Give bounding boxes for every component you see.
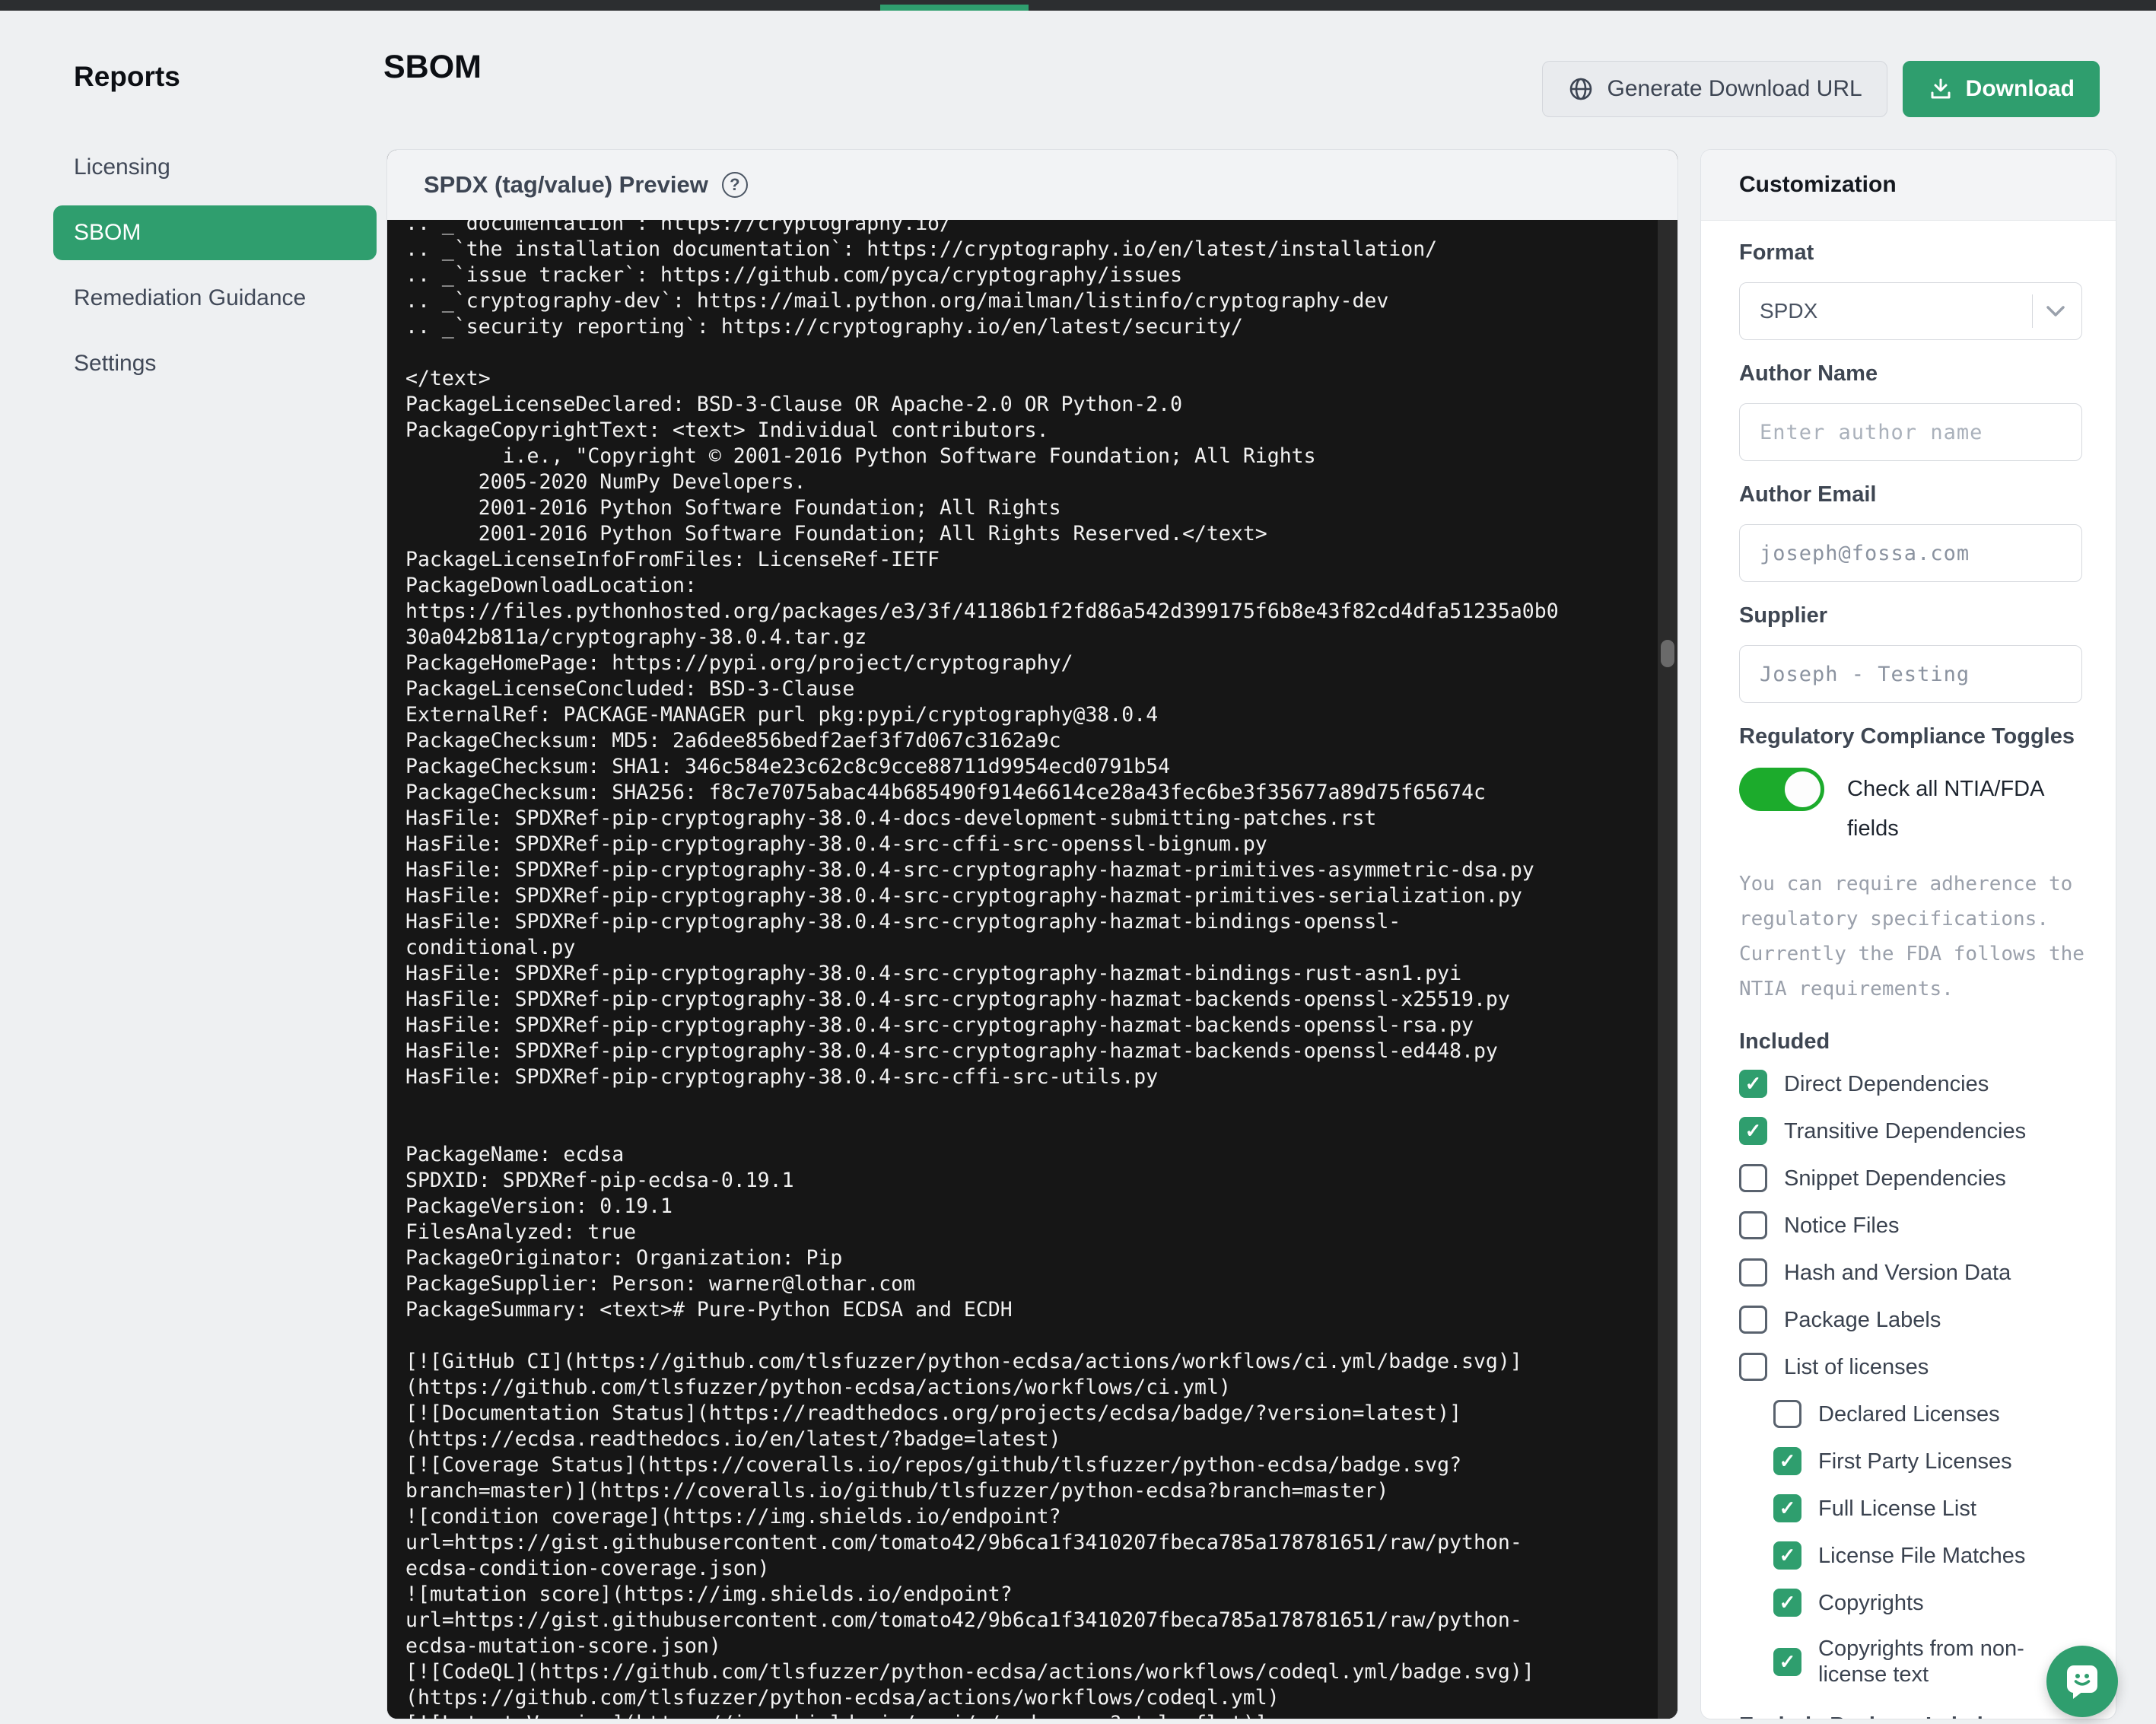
sidebar-item-settings[interactable]: Settings (53, 336, 377, 391)
author-name-placeholder: Enter author name (1760, 421, 1983, 444)
author-email-value: joseph@fossa.com (1760, 542, 1970, 565)
format-select-controls (2032, 283, 2082, 339)
customization-header: Customization (1701, 150, 2116, 221)
download-button[interactable]: Download (1903, 61, 2100, 117)
spdx-preview-title: SPDX (tag/value) Preview (424, 171, 708, 199)
regulatory-description: You can require adherence to regulatory … (1739, 867, 2110, 1007)
sidebar-nav: Licensing SBOM Remediation Guidance Setting… (53, 140, 377, 391)
sidebar-item-remediation-guidance[interactable]: Remediation Guidance (53, 271, 377, 326)
chat-smiley-icon (2062, 1661, 2103, 1702)
sidebar-item-licensing[interactable]: Licensing (53, 140, 377, 195)
reports-sidebar: Reports Licensing SBOM Remediation Guidanc… (53, 61, 377, 402)
checkbox-label-snippet-dependencies: Snippet Dependencies (1784, 1166, 2006, 1191)
checkbox-label-full-license-list: Full License List (1818, 1496, 1976, 1522)
included-row-full-license-list: ✓ Full License List (1773, 1494, 2082, 1522)
header-actions: Generate Download URL Download (1542, 61, 2100, 117)
sidebar-title: Reports (74, 61, 377, 93)
checkbox-checked-full-license-list[interactable]: ✓ (1773, 1494, 1801, 1522)
included-row-direct-dependencies: ✓ Direct Dependencies (1739, 1070, 2082, 1098)
spdx-preview-header: SPDX (tag/value) Preview ? (387, 150, 1677, 221)
included-label: Included (1739, 1029, 2082, 1054)
checkbox-unchecked-list-of-licenses[interactable] (1739, 1353, 1767, 1381)
checkbox-label-copyrights: Copyrights (1818, 1590, 1924, 1616)
checkbox-checked-direct-dependencies[interactable]: ✓ (1739, 1070, 1767, 1098)
author-email-label: Author Email (1739, 482, 2082, 507)
checkbox-label-license-file-matches: License File Matches (1818, 1543, 2025, 1569)
checkbox-label-hash-and-version-data: Hash and Version Data (1784, 1260, 2011, 1286)
author-name-group: Author Name Enter author name (1739, 361, 2082, 461)
included-row-package-labels: Package Labels (1739, 1306, 2082, 1334)
format-label: Format (1739, 240, 2082, 266)
customization-body: Format SPDX Author Name Enter author nam… (1701, 221, 2116, 1719)
format-group: Format SPDX (1739, 240, 2082, 340)
included-checkbox-list: ✓ Direct Dependencies ✓ Transitive Dependen… (1739, 1070, 2082, 1687)
regulatory-group: Regulatory Compliance Toggles Check all … (1739, 724, 2082, 1007)
included-row-hash-and-version-data: Hash and Version Data (1739, 1258, 2082, 1287)
checkbox-label-declared-licenses: Declared Licenses (1818, 1401, 2000, 1427)
code-scrollbar[interactable] (1658, 220, 1677, 1719)
supplier-value: Joseph - Testing (1760, 663, 1970, 686)
spdx-preview-panel: SPDX (tag/value) Preview ? .. _`document… (386, 149, 1678, 1719)
code-scrollbar-thumb[interactable] (1661, 640, 1674, 667)
checkbox-label-notice-files: Notice Files (1784, 1213, 1900, 1239)
included-row-first-party-licenses: ✓ First Party Licenses (1773, 1447, 2082, 1475)
checkbox-unchecked-hash-and-version-data[interactable] (1739, 1258, 1767, 1287)
generate-download-url-button[interactable]: Generate Download URL (1542, 61, 1887, 117)
regulatory-toggles-label: Regulatory Compliance Toggles (1739, 724, 2082, 749)
checkbox-unchecked-notice-files[interactable] (1739, 1211, 1767, 1239)
globe-icon (1567, 75, 1595, 103)
spdx-code-viewport[interactable]: .. _`documentation`: https://cryptograph… (387, 220, 1677, 1719)
chat-widget-button[interactable] (2046, 1646, 2118, 1717)
spdx-code-text: .. _`documentation`: https://cryptograph… (387, 220, 1677, 1719)
supplier-input[interactable]: Joseph - Testing (1739, 645, 2082, 703)
checkbox-label-first-party-licenses: First Party Licenses (1818, 1449, 2012, 1474)
sidebar-item-sbom[interactable]: SBOM (53, 205, 377, 260)
browser-top-bar (0, 0, 2156, 11)
checkbox-label-direct-dependencies: Direct Dependencies (1784, 1071, 1989, 1097)
author-email-group: Author Email joseph@fossa.com (1739, 482, 2082, 582)
select-divider (2032, 294, 2034, 328)
checkbox-unchecked-package-labels[interactable] (1739, 1306, 1767, 1334)
download-label: Download (1966, 76, 2075, 102)
ntia-fda-toggle[interactable] (1739, 768, 1824, 811)
included-row-copyrights: ✓ Copyrights (1773, 1589, 2082, 1617)
exclude-package-labels-group: Exclude Package Labels Select one or mor… (1739, 1713, 2082, 1719)
included-row-list-of-licenses: List of licenses (1739, 1353, 2082, 1381)
checkbox-checked-license-file-matches[interactable]: ✓ (1773, 1541, 1801, 1570)
author-email-input[interactable]: joseph@fossa.com (1739, 524, 2082, 582)
help-icon[interactable]: ? (722, 172, 748, 198)
customization-panel: Customization Format SPDX Author Name En… (1700, 149, 2116, 1719)
download-icon (1928, 76, 1954, 102)
generate-download-url-label: Generate Download URL (1607, 76, 1862, 102)
author-name-label: Author Name (1739, 361, 2082, 386)
checkbox-label-package-labels: Package Labels (1784, 1307, 1941, 1333)
included-row-snippet-dependencies: Snippet Dependencies (1739, 1164, 2082, 1192)
included-row-notice-files: Notice Files (1739, 1211, 2082, 1239)
page-title: SBOM (383, 49, 482, 86)
checkbox-checked-transitive-dependencies[interactable]: ✓ (1739, 1117, 1767, 1145)
supplier-group: Supplier Joseph - Testing (1739, 603, 2082, 703)
author-name-input[interactable]: Enter author name (1739, 403, 2082, 461)
included-row-declared-licenses: Declared Licenses (1773, 1400, 2082, 1428)
supplier-label: Supplier (1739, 603, 2082, 628)
included-row-transitive-dependencies: ✓ Transitive Dependencies (1739, 1117, 2082, 1145)
ntia-fda-toggle-row: Check all NTIA/FDA fields (1739, 768, 2082, 848)
checkbox-label-transitive-dependencies: Transitive Dependencies (1784, 1118, 2026, 1144)
toggle-knob (1785, 771, 1821, 807)
format-value: SPDX (1760, 299, 1817, 323)
included-row-license-file-matches: ✓ License File Matches (1773, 1541, 2082, 1570)
checkbox-label-list-of-licenses: List of licenses (1784, 1354, 1929, 1380)
checkbox-checked-copyrights-from-non-license-text[interactable]: ✓ (1773, 1648, 1801, 1676)
checkbox-checked-copyrights[interactable]: ✓ (1773, 1589, 1801, 1617)
included-row-copyrights-from-non-license-text: ✓ Copyrights from non-license text (1773, 1636, 2082, 1687)
ntia-fda-toggle-label: Check all NTIA/FDA fields (1847, 769, 2075, 848)
exclude-package-labels-label: Exclude Package Labels (1739, 1713, 2082, 1719)
chevron-down-icon (2045, 304, 2066, 318)
checkbox-unchecked-snippet-dependencies[interactable] (1739, 1164, 1767, 1192)
loading-progress-bar (880, 5, 1029, 11)
checkbox-unchecked-declared-licenses[interactable] (1773, 1400, 1801, 1428)
checkbox-label-copyrights-from-non-license-text: Copyrights from non-license text (1818, 1636, 2062, 1687)
checkbox-checked-first-party-licenses[interactable]: ✓ (1773, 1447, 1801, 1475)
format-select[interactable]: SPDX (1739, 282, 2082, 340)
